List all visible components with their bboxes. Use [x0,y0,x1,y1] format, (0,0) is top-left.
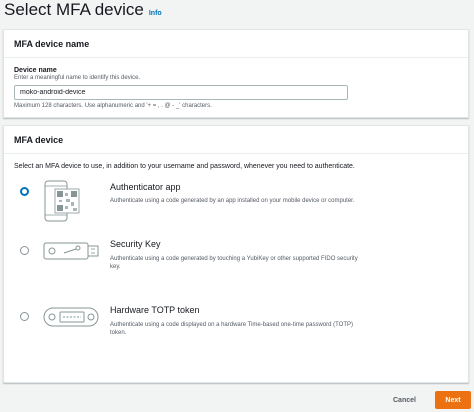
hardware-token-icon [43,307,99,327]
option-title: Hardware TOTP token [110,305,200,315]
radio-hardware-totp-token[interactable] [20,312,29,321]
page-title: Select MFA device [4,0,144,19]
option-hardware-totp-token[interactable]: Hardware TOTP token Authenticate using a… [4,304,468,366]
option-description: Authenticate using a code generated by t… [110,256,358,270]
cancel-button[interactable]: Cancel [393,394,416,407]
next-button[interactable]: Next [435,391,471,409]
device-name-description: Enter a meaningful name to identify this… [14,75,141,81]
mfa-device-name-heading: MFA device name [4,30,468,58]
page-header: Select MFA device Info [4,0,162,22]
option-title: Security Key [110,239,161,249]
device-name-input[interactable] [14,85,348,100]
device-name-constraint: Maximum 128 characters. Use alphanumeric… [14,103,212,109]
option-description: Authenticate using a code generated by a… [110,198,355,204]
mfa-device-name-panel: MFA device name Device name Enter a mean… [3,29,469,118]
info-link[interactable]: Info [149,10,162,17]
security-key-icon [43,242,99,260]
mfa-device-panel: MFA device Select an MFA device to use, … [3,125,469,383]
option-security-key[interactable]: Security Key Authenticate using a code g… [4,239,468,301]
option-authenticator-app[interactable]: Authenticator app Authenticate using a c… [4,176,468,238]
radio-authenticator-app[interactable] [20,187,29,196]
radio-security-key[interactable] [20,246,29,255]
form-actions: Cancel Next [0,389,474,411]
option-title: Authenticator app [110,182,181,192]
mfa-device-intro: Select an MFA device to use, in addition… [14,163,355,170]
device-name-label: Device name [14,67,57,74]
option-description: Authenticate using a code displayed on a… [110,322,354,336]
authenticator-app-icon [44,180,80,222]
mfa-device-heading: MFA device [4,126,468,154]
